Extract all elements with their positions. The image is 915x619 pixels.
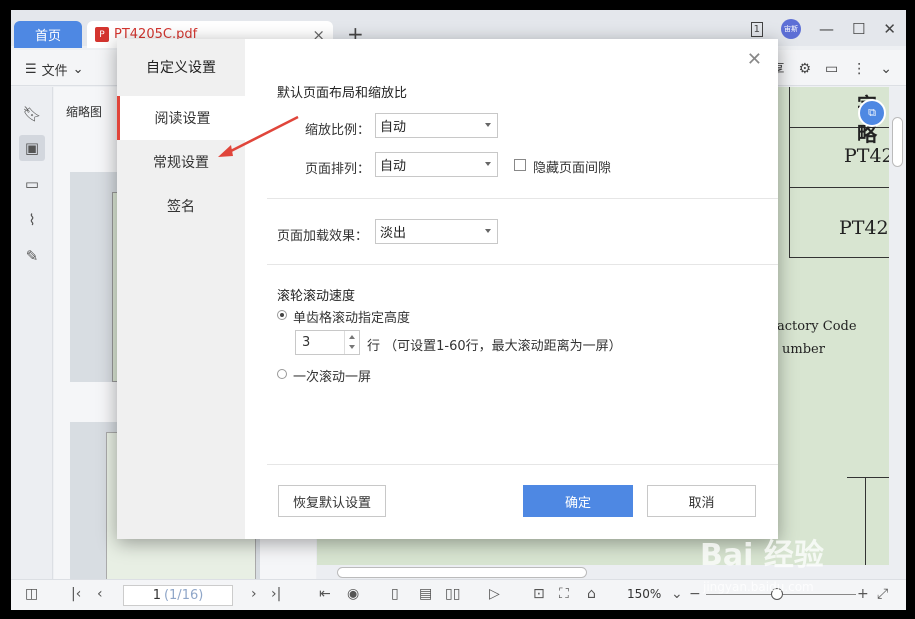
stepper-up-icon[interactable]: [349, 335, 355, 339]
divider: [267, 464, 778, 465]
minimize-icon[interactable]: —: [819, 20, 834, 38]
zoom-level[interactable]: 150%: [627, 587, 661, 601]
page-current: 1: [152, 588, 161, 603]
dialog-close-icon[interactable]: ✕: [747, 49, 762, 70]
fit-width-icon[interactable]: ⌂: [587, 586, 596, 602]
gear-icon[interactable]: ⚙: [798, 61, 811, 77]
pdf-icon: P: [95, 27, 109, 42]
reset-defaults-button[interactable]: 恢复默认设置: [278, 485, 386, 517]
nav-signature[interactable]: 签名: [117, 184, 245, 228]
watermark-brand: Bai 经验: [700, 538, 824, 573]
zoom-ratio-select[interactable]: 自动: [375, 113, 498, 138]
page-load-effect-label: 页面加载效果：: [277, 229, 369, 244]
avatar[interactable]: 宙斯: [780, 19, 801, 39]
single-page-icon[interactable]: ▯: [391, 586, 399, 602]
page-number-field[interactable]: 1 (1/16): [123, 585, 233, 606]
ok-button[interactable]: 确定: [523, 485, 633, 517]
divider: [267, 264, 778, 265]
eye-icon[interactable]: ◉: [347, 586, 359, 602]
file-menu-label: 文件: [41, 64, 68, 79]
zoom-in-icon[interactable]: +: [857, 586, 869, 602]
thumbnail-title: 缩略图: [66, 105, 103, 119]
signature-icon[interactable]: ✎: [19, 243, 45, 269]
continuous-page-icon[interactable]: ▤: [419, 586, 432, 602]
page-total: (1/16): [163, 588, 204, 603]
play-icon[interactable]: ▷: [489, 586, 500, 602]
comment-icon[interactable]: ▭: [825, 61, 838, 77]
collapse-icon[interactable]: ⌄: [880, 61, 892, 77]
chevron-down-icon: [485, 229, 491, 233]
last-page-icon[interactable]: ›|: [271, 586, 281, 602]
page-arrange-label: 页面排列：: [305, 162, 371, 177]
chevron-down-icon: [485, 123, 491, 127]
page-load-effect-value: 淡出: [380, 226, 407, 241]
page-load-effect-select[interactable]: 淡出: [375, 219, 498, 244]
chevron-down-icon: [485, 162, 491, 166]
fit-page-icon[interactable]: ⛶: [559, 586, 569, 602]
hide-page-gap-checkbox[interactable]: [514, 159, 526, 171]
prev-page-icon[interactable]: ‹: [97, 586, 103, 602]
hide-page-gap-label: 隐藏页面间隙: [533, 161, 612, 176]
exit-icon[interactable]: ⇤: [319, 586, 331, 602]
comment-icon[interactable]: ▭: [19, 171, 45, 197]
tab-home[interactable]: 首页: [14, 21, 82, 48]
scroll-lines-value: 3: [302, 335, 311, 350]
radio-scroll-screen[interactable]: [277, 369, 287, 379]
radio-scroll-lines[interactable]: [277, 310, 287, 320]
toolbar-right: 享 ⚙ ▭ ⋮ ⌄: [770, 59, 892, 79]
sidebar-toggle-icon[interactable]: ◫: [25, 586, 38, 602]
doc-text-factory: actory Code: [777, 319, 857, 334]
next-page-icon[interactable]: ›: [251, 586, 257, 602]
floating-tool-icon[interactable]: ⧉: [858, 99, 886, 127]
hamburger-icon: ☰: [25, 62, 37, 77]
vertical-scrollbar[interactable]: [889, 87, 906, 579]
scroll-lines-stepper[interactable]: 3: [295, 330, 360, 355]
close-window-icon[interactable]: ✕: [883, 20, 896, 38]
section-layout-title: 默认页面布局和缩放比: [277, 86, 408, 101]
watermark-url: jingyan.baidu.com: [703, 580, 814, 594]
page-arrange-value: 自动: [380, 159, 407, 174]
page-arrange-select[interactable]: 自动: [375, 152, 498, 177]
attachment-icon[interactable]: ⌇: [19, 207, 45, 233]
cancel-button[interactable]: 取消: [647, 485, 756, 517]
thumbnail-icon[interactable]: ▣: [19, 135, 45, 161]
page-count-icon[interactable]: 1: [750, 21, 763, 37]
double-page-icon[interactable]: ▯▯: [445, 586, 460, 602]
zoom-dropdown-icon[interactable]: ⌄: [671, 586, 683, 602]
file-menu[interactable]: ☰ 文件 ⌄: [25, 60, 84, 79]
zoom-ratio-label: 缩放比例：: [305, 123, 371, 138]
left-sidebar: 🔖︎ ▣ ▭ ⌇ ✎: [11, 87, 53, 579]
zoom-out-icon[interactable]: −: [689, 586, 701, 602]
radio-scroll-screen-label: 一次滚动一屏: [293, 370, 372, 385]
more-icon[interactable]: ⋮: [852, 61, 866, 77]
bookmark-icon[interactable]: 🔖︎: [19, 101, 45, 127]
scroll-speed-title: 滚轮滚动速度: [277, 289, 356, 304]
radio-scroll-lines-label: 单齿格滚动指定高度: [293, 311, 411, 326]
scroll-lines-hint: 行 （可设置1-60行，最大滚动距离为一屏）: [367, 339, 622, 354]
zoom-ratio-value: 自动: [380, 120, 407, 135]
divider: [267, 198, 778, 199]
maximize-icon[interactable]: ☐: [852, 20, 865, 38]
doc-text-number: umber: [782, 342, 825, 357]
window-controls: 1 宙斯 — ☐ ✕: [750, 19, 896, 39]
actual-size-icon[interactable]: ⊡: [533, 586, 545, 602]
fullscreen-icon[interactable]: ⤢: [877, 586, 888, 602]
annotation-arrow-icon: [218, 115, 299, 157]
first-page-icon[interactable]: |‹: [71, 586, 81, 602]
dialog-title: 自定义设置: [146, 60, 216, 76]
stepper-down-icon[interactable]: [349, 345, 355, 349]
chevron-down-icon: ⌄: [72, 62, 84, 77]
